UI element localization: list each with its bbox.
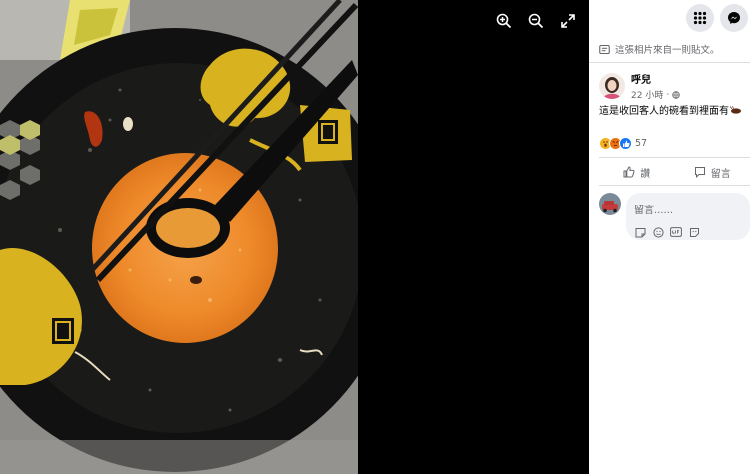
- post-meta: 22 小時 ·: [631, 88, 680, 101]
- cockroach-icon: [730, 105, 741, 114]
- comment-composer: [599, 193, 750, 240]
- author-name[interactable]: 呼兒: [631, 71, 680, 86]
- gif-icon[interactable]: [670, 226, 682, 238]
- reactions-summary[interactable]: 57: [599, 137, 647, 150]
- header-buttons: [686, 4, 748, 32]
- comment-button[interactable]: 留言: [675, 160, 750, 184]
- photo-viewer: [0, 0, 589, 474]
- post-text-content: 這是收回客人的碗看到裡面有: [599, 106, 729, 117]
- divider: [599, 185, 750, 186]
- post-text: 這是收回客人的碗看到裡面有: [599, 102, 742, 117]
- post-time[interactable]: 22 小時: [631, 88, 663, 101]
- comment-bubble-icon: [694, 167, 705, 178]
- from-post-label: 這張相片來自一則貼文。: [615, 45, 720, 56]
- messenger-icon[interactable]: [720, 4, 748, 32]
- reaction-count: 57: [635, 138, 648, 149]
- current-user-avatar[interactable]: [599, 193, 621, 215]
- zoom-in-icon[interactable]: [491, 8, 517, 34]
- dot-separator: ·: [666, 89, 670, 100]
- thumbs-up-icon: [623, 166, 635, 178]
- fullscreen-icon[interactable]: [555, 8, 581, 34]
- post-sidebar: 這張相片來自一則貼文。 呼兒 22 小時 · 這是收回客人的碗看到裡面有 57 …: [589, 0, 750, 474]
- photo-viewer-page: 這張相片來自一則貼文。 呼兒 22 小時 · 這是收回客人的碗看到裡面有 57 …: [0, 0, 750, 474]
- comment-box: [626, 193, 750, 240]
- divider: [599, 157, 750, 158]
- like-reaction-icon: [619, 137, 632, 150]
- post-icon: [599, 44, 610, 54]
- like-label: 讚: [640, 168, 651, 180]
- emoji-icon[interactable]: [652, 226, 664, 238]
- comment-input[interactable]: [634, 205, 742, 216]
- like-button[interactable]: 讚: [599, 160, 675, 184]
- divider: [589, 62, 750, 63]
- camera-sticker-icon[interactable]: [688, 226, 700, 238]
- sticker-icon[interactable]: [634, 226, 646, 238]
- zoom-out-icon[interactable]: [523, 8, 549, 34]
- globe-icon: [672, 90, 680, 99]
- comment-tools: [634, 226, 742, 238]
- viewer-toolbar: [491, 8, 581, 34]
- post-photo[interactable]: [0, 0, 358, 474]
- grid-menu-icon[interactable]: [686, 4, 714, 32]
- avatar[interactable]: [599, 73, 625, 99]
- post-actions: 讚 留言: [599, 160, 750, 184]
- post-author: 呼兒 22 小時 ·: [599, 71, 680, 101]
- from-post-notice[interactable]: 這張相片來自一則貼文。: [599, 42, 720, 56]
- comment-label: 留言: [710, 168, 731, 180]
